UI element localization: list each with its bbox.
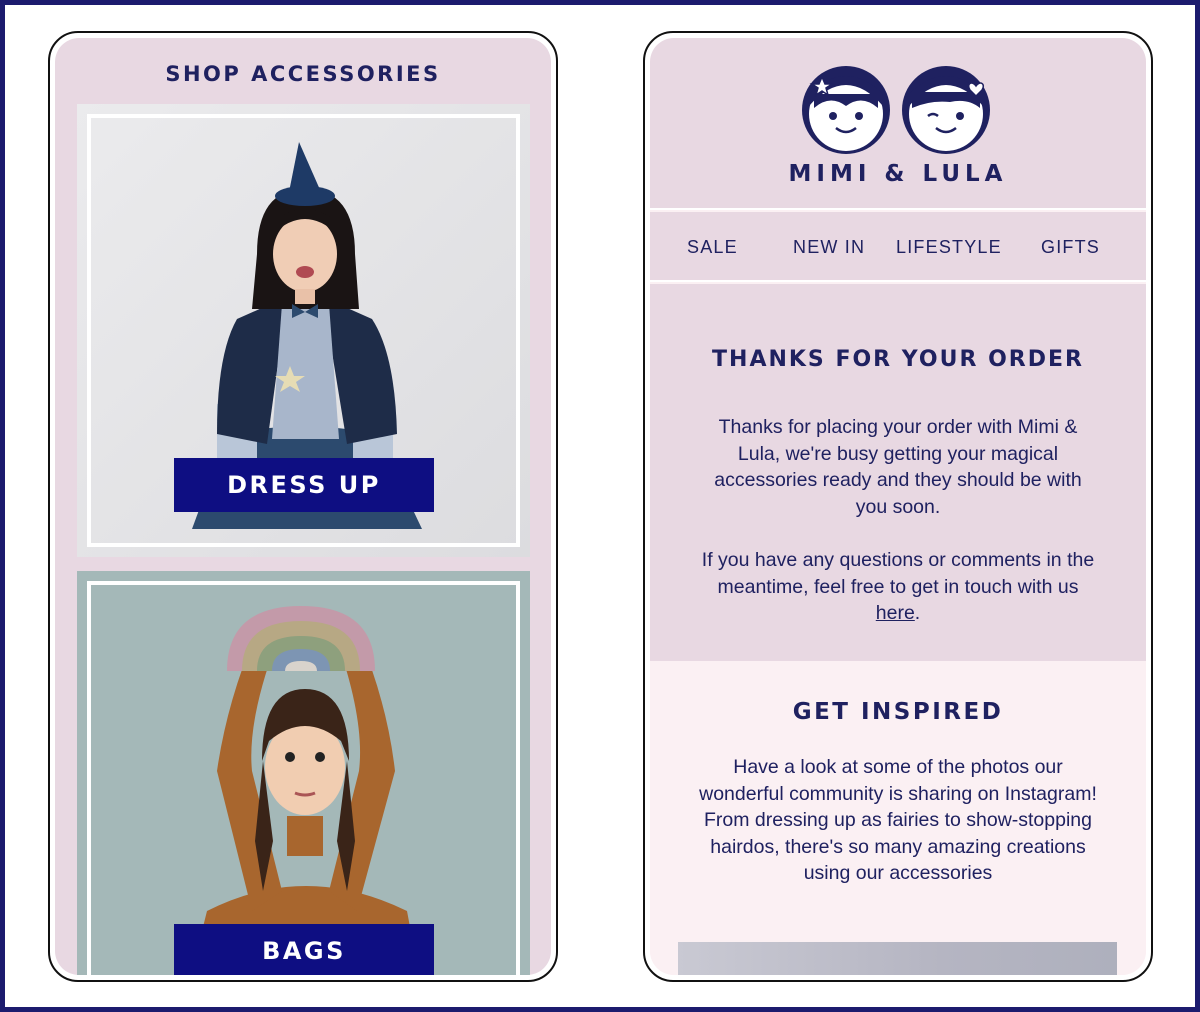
- tile-border: [87, 581, 520, 975]
- contact-end: .: [914, 602, 921, 624]
- get-inspired-section: GET INSPIRED Have a look at some of the …: [650, 661, 1146, 975]
- left-phone-screen: SHOP ACCESSORIES DRESS UP BAGS: [48, 31, 558, 982]
- order-message: Thanks for placing your order with Mimi …: [714, 416, 1082, 518]
- order-email-panel: MIMI & LULA SALE NEW IN LIFESTYLE GIFTS …: [650, 38, 1146, 975]
- brand-name: MIMI & LULA: [788, 161, 1008, 187]
- inspire-title: GET INSPIRED: [792, 699, 1004, 725]
- contact-text: If you have any questions or comments in…: [701, 549, 1095, 598]
- email-header: MIMI & LULA: [650, 38, 1146, 210]
- dress-up-tile[interactable]: DRESS UP: [77, 104, 530, 557]
- contact-message: If you have any questions or comments in…: [700, 547, 1096, 627]
- instagram-photo-preview[interactable]: [678, 942, 1117, 975]
- accessories-panel: SHOP ACCESSORIES DRESS UP BAGS: [55, 38, 551, 975]
- bags-button[interactable]: BAGS: [174, 924, 434, 975]
- nav-item-gifts[interactable]: GIFTS: [1041, 237, 1100, 258]
- shop-accessories-title: SHOP ACCESSORIES: [165, 62, 441, 86]
- bags-tile[interactable]: BAGS: [77, 571, 530, 975]
- order-title: THANKS FOR YOUR ORDER: [712, 347, 1084, 372]
- nav-item-new-in[interactable]: NEW IN: [793, 237, 865, 258]
- two-cartoon-faces-logo[interactable]: [800, 64, 1000, 156]
- order-confirmation-section: THANKS FOR YOUR ORDER Thanks for placing…: [650, 284, 1146, 661]
- nav-item-sale[interactable]: SALE: [687, 237, 738, 258]
- inspire-message: Have a look at some of the photos our wo…: [699, 756, 1097, 884]
- nav-bar: SALE NEW IN LIFESTYLE GIFTS: [650, 212, 1146, 282]
- right-phone-screen: MIMI & LULA SALE NEW IN LIFESTYLE GIFTS …: [643, 31, 1153, 982]
- dress-up-button[interactable]: DRESS UP: [174, 458, 434, 512]
- nav-item-lifestyle[interactable]: LIFESTYLE: [896, 237, 1002, 258]
- contact-link[interactable]: here: [876, 602, 915, 624]
